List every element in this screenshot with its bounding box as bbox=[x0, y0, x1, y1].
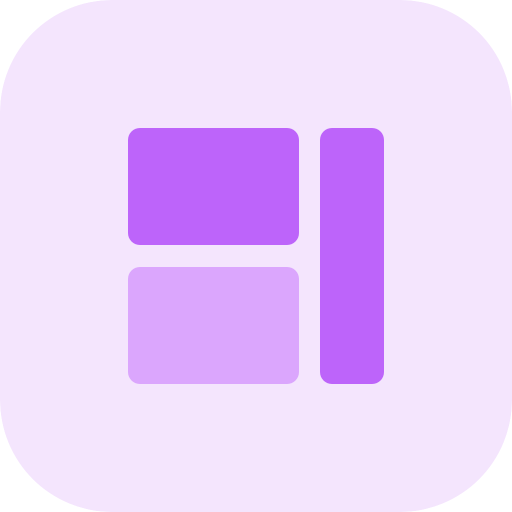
icon-background bbox=[0, 0, 512, 512]
bottom-left-panel bbox=[128, 267, 299, 384]
layout-dashboard-graphic bbox=[0, 0, 512, 512]
layout-dashboard-icon bbox=[0, 0, 512, 512]
top-left-panel bbox=[128, 128, 299, 245]
right-sidebar-panel bbox=[320, 128, 384, 384]
